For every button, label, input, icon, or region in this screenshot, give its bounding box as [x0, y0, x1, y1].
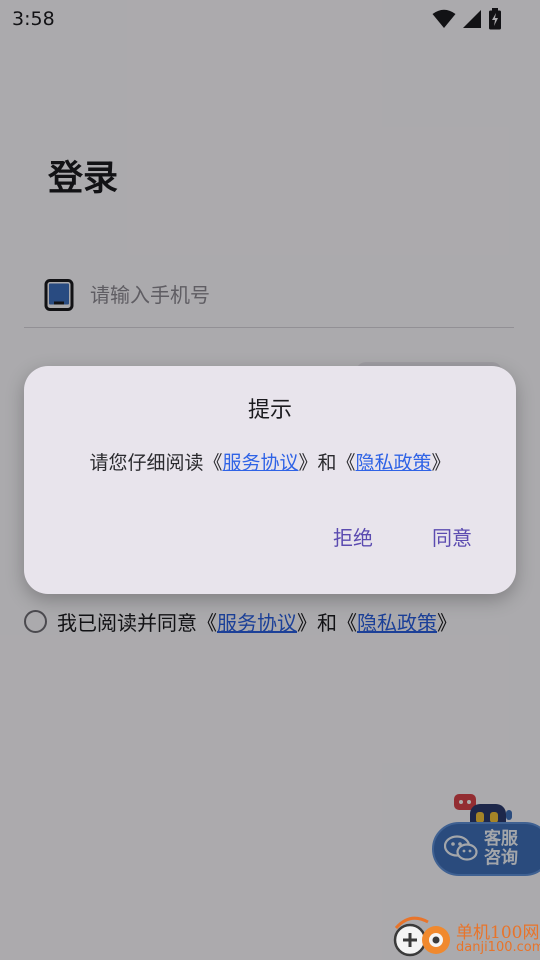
watermark-url: danji100.com — [456, 940, 540, 955]
dialog-terms-link[interactable]: 服务协议 — [222, 452, 298, 474]
dialog-message-suffix: 》 — [431, 452, 451, 474]
dialog-message-prefix: 请您仔细阅读《 — [89, 452, 223, 474]
agree-button[interactable]: 同意 — [417, 516, 487, 556]
dialog-message: 请您仔细阅读《服务协议》和《隐私政策》 — [24, 448, 516, 475]
dialog-title: 提示 — [247, 398, 292, 423]
agreement-dialog: 提示 请您仔细阅读《服务协议》和《隐私政策》 拒绝 同意 — [24, 366, 516, 594]
dialog-privacy-link[interactable]: 隐私政策 — [356, 452, 432, 474]
watermark-logo-icon — [393, 916, 450, 957]
reject-button[interactable]: 拒绝 — [318, 516, 388, 556]
dialog-message-middle: 》和《 — [298, 452, 356, 474]
watermark: 单机100网 danji100.com — [392, 914, 540, 960]
